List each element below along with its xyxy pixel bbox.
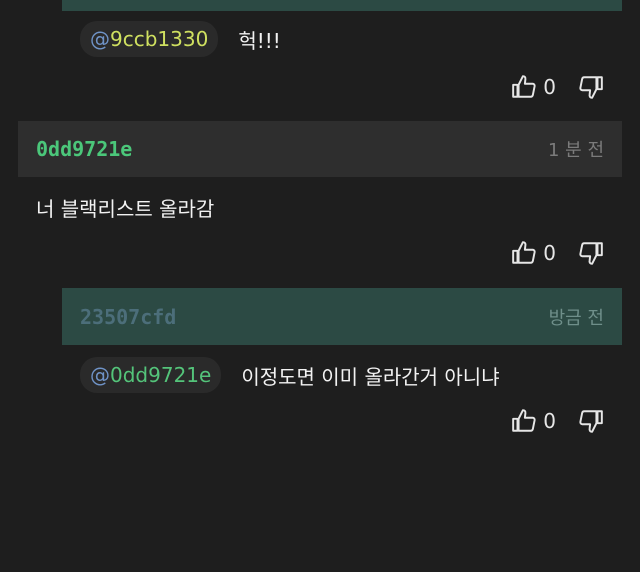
- mention-name: 9ccb1330: [110, 27, 209, 51]
- reply-mention-row: @0dd9721e 이정도면 이미 올라간거 아니냐: [80, 357, 500, 393]
- thumbs-down-icon[interactable]: [578, 408, 604, 434]
- thumbs-up-icon[interactable]: [511, 240, 537, 266]
- mention-chip[interactable]: @9ccb1330: [80, 21, 219, 57]
- like-count: 0: [543, 75, 556, 99]
- mention-at: @: [90, 363, 110, 387]
- like-count: 0: [543, 409, 556, 433]
- previous-reply-header: [62, 0, 622, 11]
- comment-time: 1 분 전: [547, 140, 604, 161]
- like-count: 0: [543, 241, 556, 265]
- thumbs-down-icon[interactable]: [578, 240, 604, 266]
- thumbs-up-icon[interactable]: [511, 74, 537, 100]
- mention-chip[interactable]: @0dd9721e: [80, 357, 222, 393]
- vote-row: 0: [511, 408, 604, 434]
- reply-text: 헉!!!: [238, 28, 281, 53]
- thumbs-up-icon[interactable]: [511, 408, 537, 434]
- mention-name: 0dd9721e: [110, 363, 212, 387]
- comment-author[interactable]: 0dd9721e: [36, 137, 132, 161]
- reply-mention-row: @9ccb1330 헉!!!: [80, 21, 281, 57]
- vote-row: 0: [511, 74, 604, 100]
- vote-row: 0: [511, 240, 604, 266]
- reply-time: 방금 전: [548, 307, 604, 329]
- reply-text: 이정도면 이미 올라간거 아니냐: [241, 364, 500, 389]
- comment-header: 0dd9721e 1 분 전: [18, 121, 622, 177]
- comment-text: 너 블랙리스트 올라감: [36, 197, 215, 221]
- mention-at: @: [90, 27, 110, 51]
- reply-author[interactable]: 23507cfd: [80, 305, 176, 329]
- thumbs-down-icon[interactable]: [578, 74, 604, 100]
- reply-header: 23507cfd 방금 전: [62, 288, 622, 345]
